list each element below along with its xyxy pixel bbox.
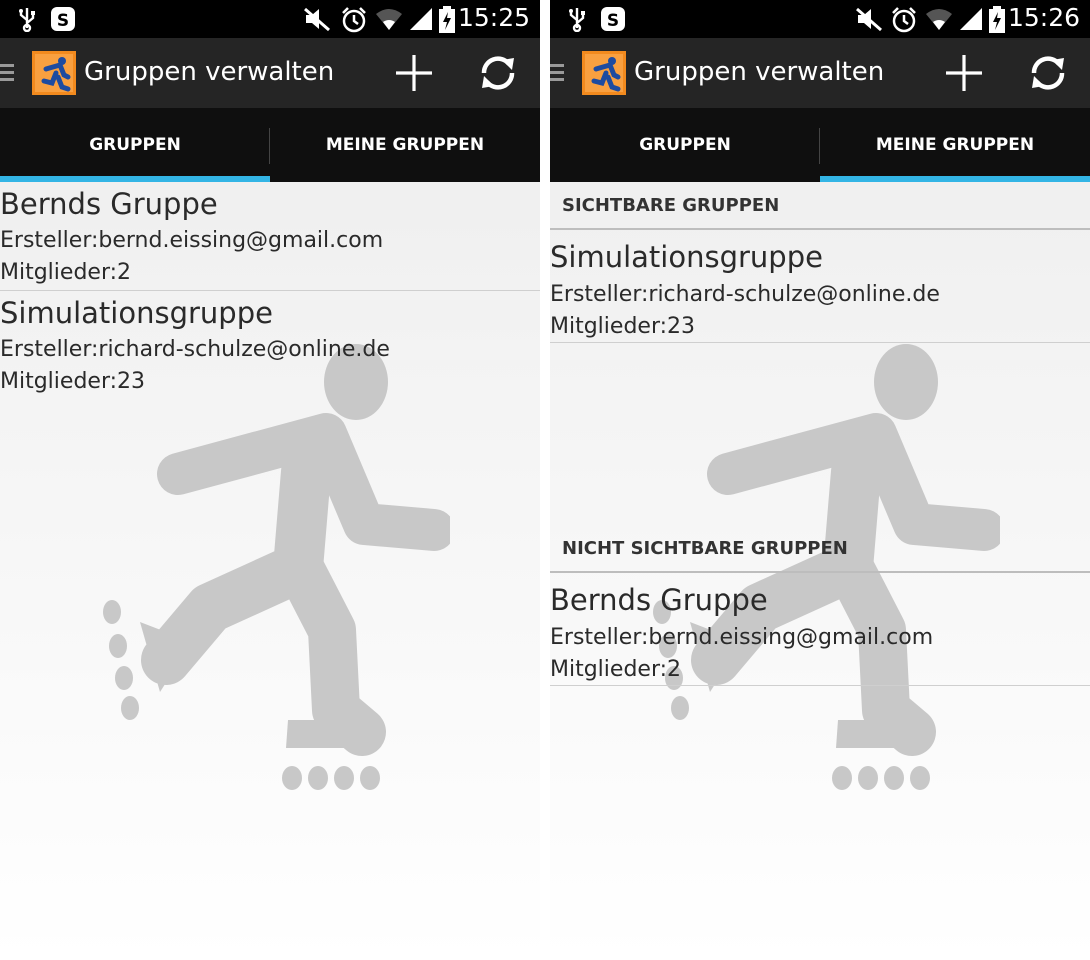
tab-gruppen[interactable]: GRUPPEN <box>0 108 270 182</box>
skype-icon: S <box>601 7 625 31</box>
group-name: Bernds Gruppe <box>0 187 218 221</box>
app-title: Gruppen verwalten <box>634 57 885 87</box>
tab-label: MEINE GRUPPEN <box>875 135 1035 155</box>
my-groups-list: SICHTBARE GRUPPEN Simulationsgruppe Erst… <box>550 182 1090 686</box>
app-logo[interactable] <box>582 51 626 95</box>
tab-label: GRUPPEN <box>639 135 731 155</box>
action-bar: Gruppen verwalten <box>550 38 1090 108</box>
action-bar: Gruppen verwalten <box>0 38 540 108</box>
group-list-item[interactable]: Simulationsgruppe Ersteller:richard-schu… <box>550 230 1090 343</box>
battery-charging-icon <box>989 6 1005 33</box>
group-list-item[interactable]: Simulationsgruppe Ersteller:richard-schu… <box>0 291 540 399</box>
tab-bar: GRUPPEN MEINE GRUPPEN <box>550 108 1090 182</box>
refresh-button[interactable] <box>472 50 524 96</box>
section-header-label: NICHT SICHTBARE GRUPPEN <box>562 537 848 559</box>
tab-meine-gruppen[interactable]: MEINE GRUPPEN <box>270 108 540 182</box>
tab-bar: GRUPPEN MEINE GRUPPEN <box>0 108 540 182</box>
wifi-icon <box>376 9 402 30</box>
signal-icon <box>410 8 432 30</box>
wifi-icon <box>926 9 952 30</box>
group-members: Mitglieder:23 <box>0 369 146 394</box>
status-clock: 15:26 <box>1007 3 1080 32</box>
status-bar: S 15:26 <box>550 0 1090 38</box>
app-logo[interactable] <box>32 51 76 95</box>
skype-icon: S <box>51 7 75 31</box>
screen-my-groups-tab: S 15:26 Gruppen verwalten GRUPPEN MEINE … <box>550 0 1090 960</box>
add-group-button[interactable] <box>388 50 440 96</box>
battery-charging-icon <box>439 6 455 33</box>
status-clock: 15:25 <box>457 3 530 32</box>
usb-icon <box>569 8 585 32</box>
usb-icon <box>19 8 35 32</box>
svg-text:S: S <box>607 11 619 31</box>
group-members: Mitglieder:2 <box>550 657 682 682</box>
group-list-item[interactable]: Bernds Gruppe Ersteller:bernd.eissing@gm… <box>0 182 540 291</box>
signal-icon <box>960 8 982 30</box>
mute-icon <box>856 7 882 32</box>
alarm-icon <box>892 7 916 33</box>
group-name: Bernds Gruppe <box>550 583 768 617</box>
app-title: Gruppen verwalten <box>84 57 335 87</box>
group-name: Simulationsgruppe <box>550 240 823 274</box>
drawer-icon[interactable] <box>0 63 14 83</box>
screen-groups-tab: S 15:25 Gruppen verwalten GRUPPEN MEINE … <box>0 0 540 960</box>
section-header-label: SICHTBARE GRUPPEN <box>562 194 780 216</box>
group-creator: Ersteller:bernd.eissing@gmail.com <box>550 625 934 650</box>
group-creator: Ersteller:bernd.eissing@gmail.com <box>0 228 384 253</box>
tab-meine-gruppen[interactable]: MEINE GRUPPEN <box>820 108 1090 182</box>
group-creator: Ersteller:richard-schulze@online.de <box>550 282 940 307</box>
tab-label: GRUPPEN <box>89 135 181 155</box>
add-group-button[interactable] <box>938 50 990 96</box>
section-header-hidden: NICHT SICHTBARE GRUPPEN <box>550 525 1090 573</box>
group-members: Mitglieder:23 <box>550 314 696 339</box>
group-list-item[interactable]: Bernds Gruppe Ersteller:bernd.eissing@gm… <box>550 573 1090 686</box>
group-list: Bernds Gruppe Ersteller:bernd.eissing@gm… <box>0 182 540 399</box>
status-bar: S 15:25 <box>0 0 540 38</box>
group-name: Simulationsgruppe <box>0 296 273 330</box>
group-creator: Ersteller:richard-schulze@online.de <box>0 337 390 362</box>
inline-skater-watermark <box>103 344 450 790</box>
mute-icon <box>304 7 330 32</box>
drawer-icon[interactable] <box>550 63 564 83</box>
group-members: Mitglieder:2 <box>0 260 132 285</box>
section-header-visible: SICHTBARE GRUPPEN <box>550 182 1090 230</box>
refresh-button[interactable] <box>1022 50 1074 96</box>
alarm-icon <box>342 7 366 33</box>
svg-text:S: S <box>57 11 69 31</box>
tab-label: MEINE GRUPPEN <box>325 135 485 155</box>
tab-gruppen[interactable]: GRUPPEN <box>550 108 820 182</box>
